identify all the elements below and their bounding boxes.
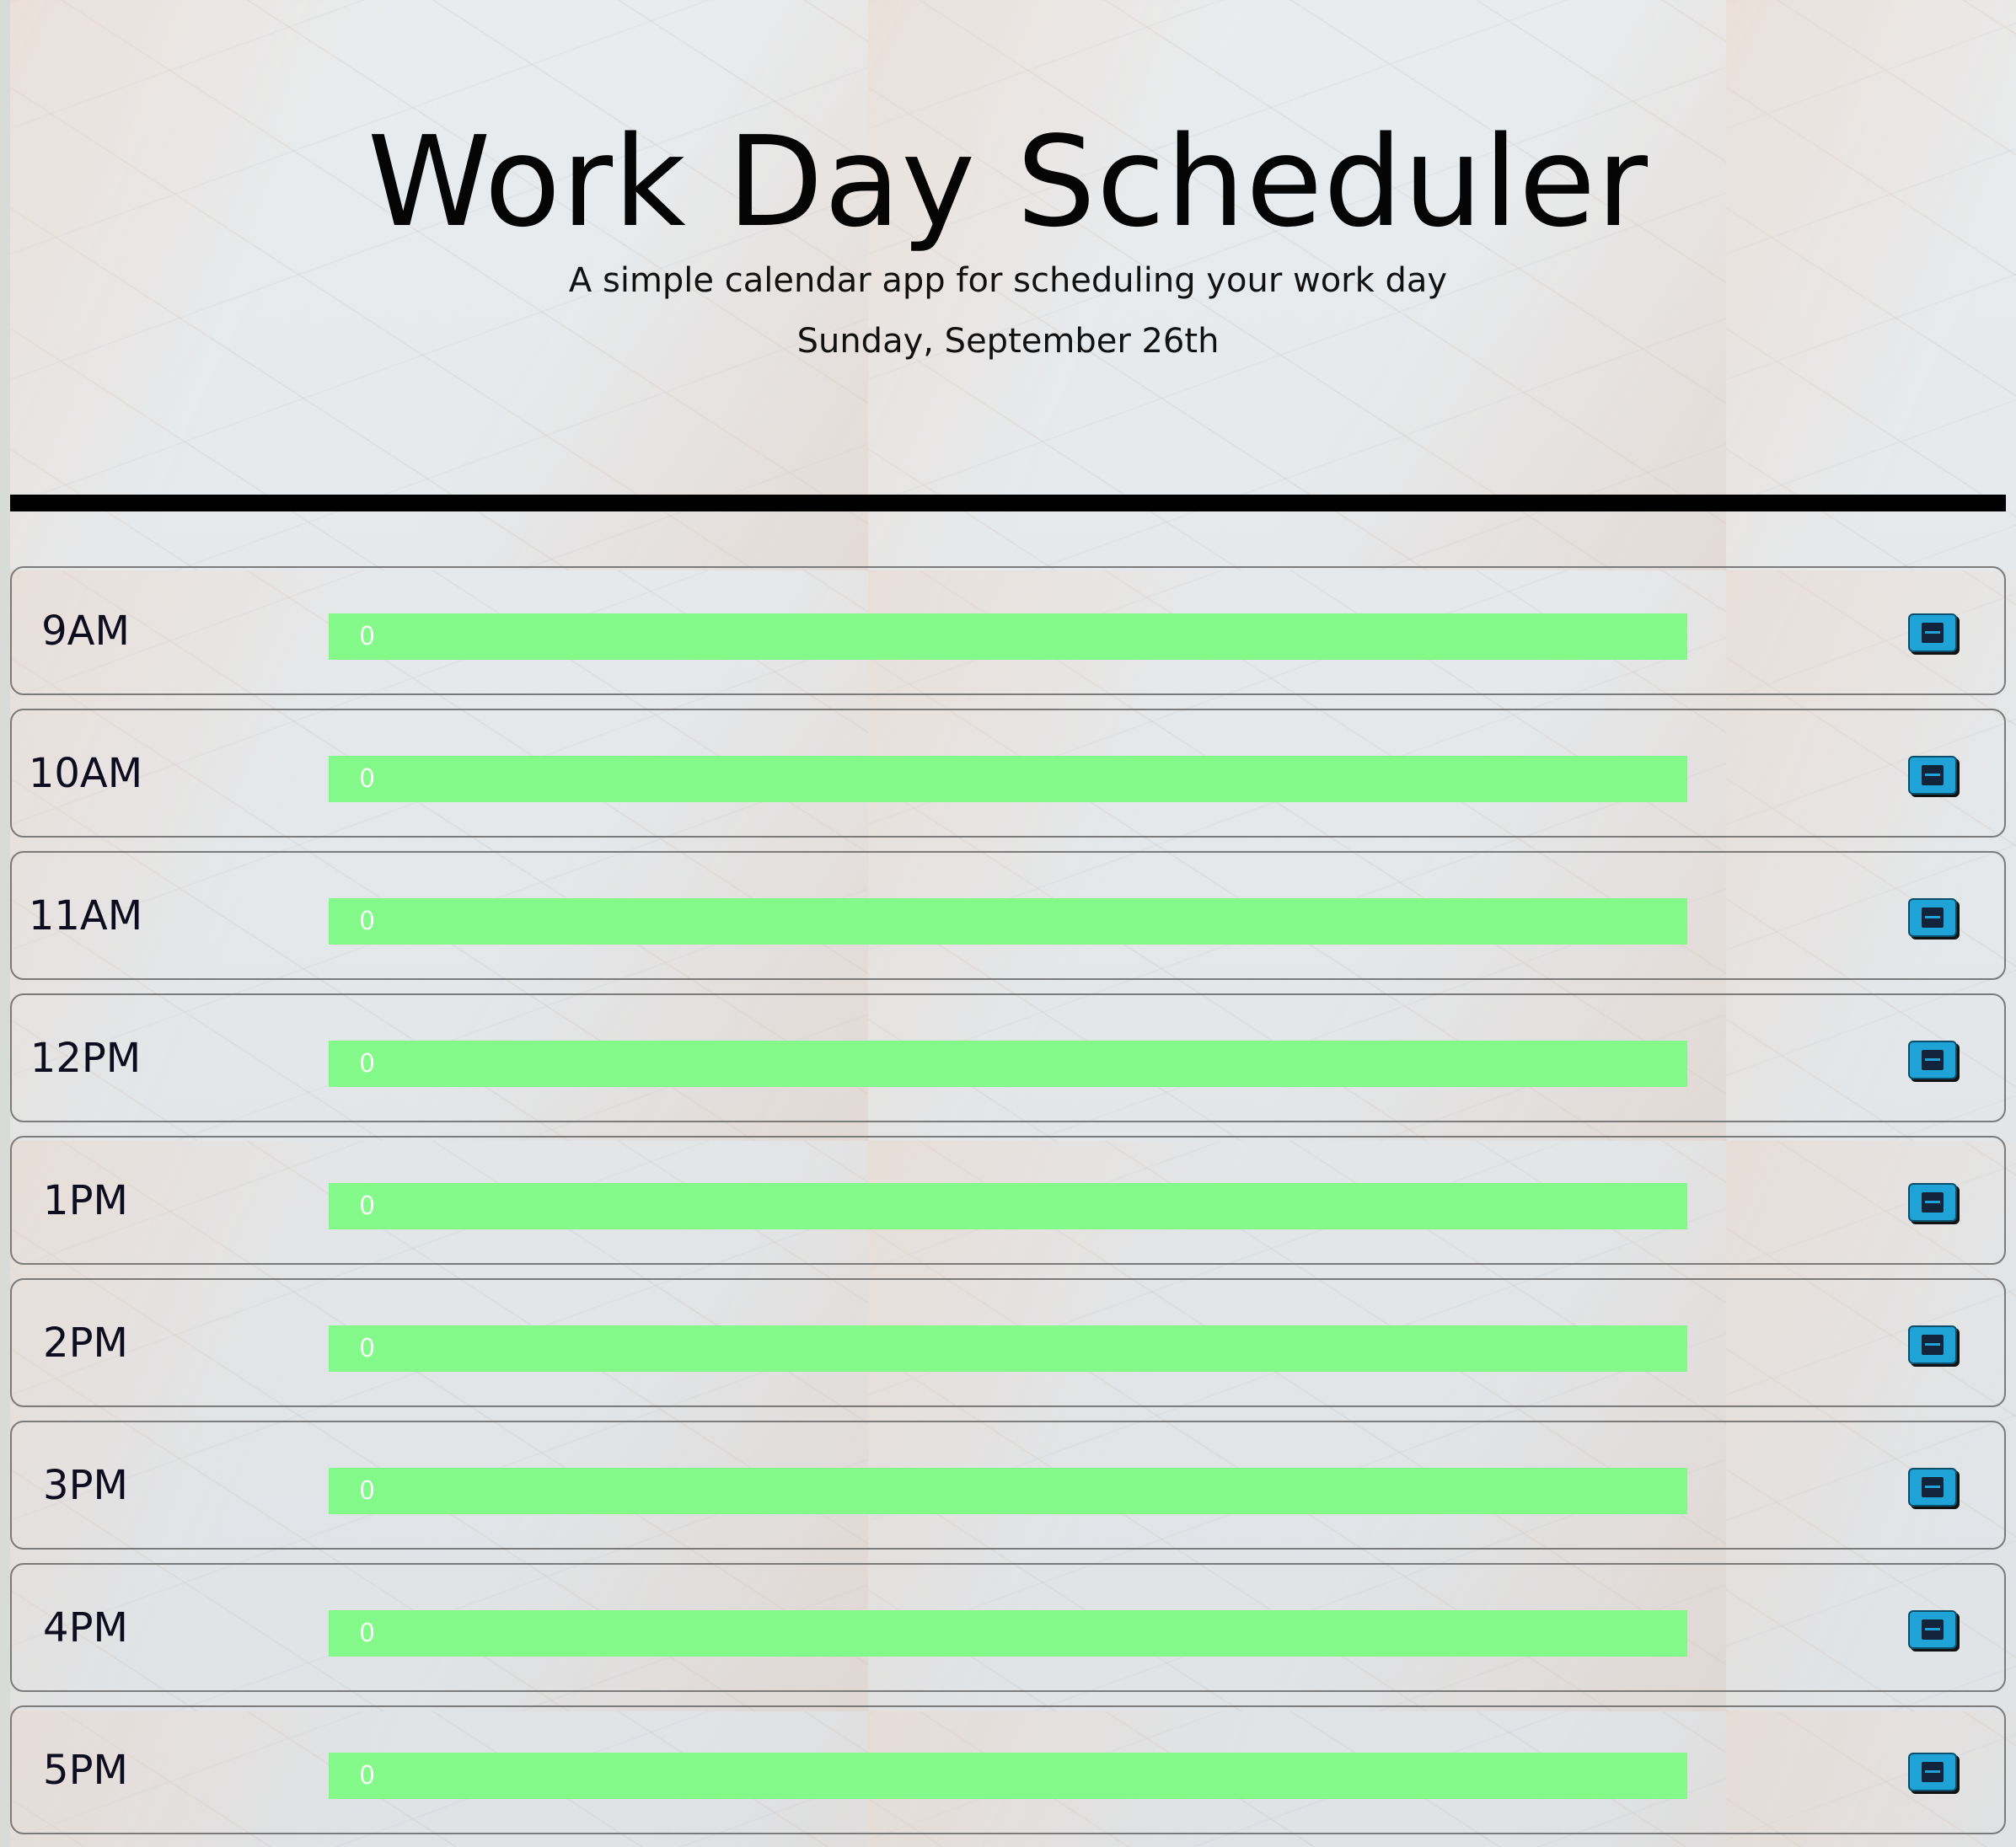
header-jumbotron: Work Day Scheduler A simple calendar app… <box>10 0 2006 497</box>
time-block-9am: 9AM 0 <box>10 566 2006 695</box>
time-block-3pm: 3PM 0 <box>10 1421 2006 1550</box>
save-button[interactable] <box>1908 756 1957 795</box>
save-button[interactable] <box>1908 1183 1957 1222</box>
time-block-5pm: 5PM 0 <box>10 1705 2006 1834</box>
save-button[interactable] <box>1908 1610 1957 1649</box>
hour-label: 2PM <box>43 1319 128 1367</box>
save-icon <box>1920 621 1945 645</box>
header-divider <box>10 495 2006 511</box>
hour-label: 10AM <box>28 749 143 797</box>
hour-label: 4PM <box>43 1603 128 1652</box>
event-description-input[interactable]: 0 <box>329 756 1687 802</box>
save-icon <box>1920 1191 1945 1214</box>
event-description-input[interactable]: 0 <box>329 1041 1687 1087</box>
hour-label: 5PM <box>43 1746 128 1794</box>
save-icon <box>1920 906 1945 929</box>
time-block-11am: 11AM 0 <box>10 851 2006 980</box>
page-title: Work Day Scheduler <box>367 110 1649 254</box>
save-icon <box>1920 1760 1945 1784</box>
current-day: Sunday, September 26th <box>796 322 1220 361</box>
save-button[interactable] <box>1908 898 1957 937</box>
event-description-input[interactable]: 0 <box>329 613 1687 660</box>
hour-label: 11AM <box>28 891 143 940</box>
time-block-4pm: 4PM 0 <box>10 1563 2006 1692</box>
event-description-input[interactable]: 0 <box>329 898 1687 945</box>
save-button[interactable] <box>1908 1753 1957 1791</box>
event-description-input[interactable]: 0 <box>329 1325 1687 1372</box>
hour-label: 9AM <box>41 607 130 655</box>
save-button[interactable] <box>1908 1041 1957 1079</box>
save-icon <box>1920 1048 1945 1072</box>
time-block-list: 9AM 0 10AM 0 11AM 0 12PM 0 1PM 0 2PM 0 3… <box>10 566 2006 1847</box>
event-description-input[interactable]: 0 <box>329 1610 1687 1657</box>
save-button[interactable] <box>1908 1468 1957 1507</box>
event-description-input[interactable]: 0 <box>329 1753 1687 1799</box>
event-description-input[interactable]: 0 <box>329 1468 1687 1514</box>
hour-label: 3PM <box>43 1461 128 1509</box>
save-icon <box>1920 1333 1945 1357</box>
hour-label: 1PM <box>43 1176 128 1224</box>
time-block-10am: 10AM 0 <box>10 709 2006 838</box>
save-icon <box>1920 1618 1945 1641</box>
save-button[interactable] <box>1908 1325 1957 1364</box>
event-description-input[interactable]: 0 <box>329 1183 1687 1229</box>
save-icon <box>1920 1475 1945 1499</box>
save-icon <box>1920 763 1945 787</box>
time-block-1pm: 1PM 0 <box>10 1136 2006 1265</box>
save-button[interactable] <box>1908 613 1957 652</box>
time-block-12pm: 12PM 0 <box>10 993 2006 1122</box>
page-subtitle: A simple calendar app for scheduling you… <box>568 261 1448 300</box>
hour-label: 12PM <box>29 1034 142 1082</box>
time-block-2pm: 2PM 0 <box>10 1278 2006 1407</box>
page-left-strip <box>0 0 10 1847</box>
